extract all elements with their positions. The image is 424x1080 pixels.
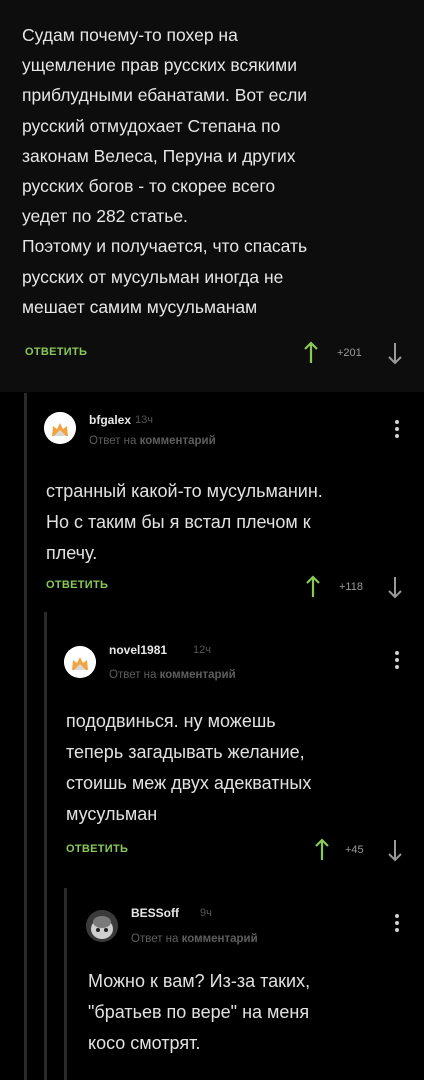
author-name[interactable]: BESSoff bbox=[131, 906, 179, 920]
user-avatar-icon bbox=[86, 910, 118, 942]
arrow-up-icon[interactable] bbox=[303, 575, 323, 599]
kebab-menu-icon[interactable] bbox=[395, 420, 399, 441]
kebab-menu-icon[interactable] bbox=[395, 651, 399, 672]
comment-text: пододвинься. ну можешь теперь загадывать… bbox=[66, 711, 312, 824]
arrow-down-icon[interactable] bbox=[385, 575, 405, 599]
default-avatar-icon bbox=[64, 646, 96, 678]
comment-rating: +118 bbox=[339, 581, 363, 593]
comment-rating: +45 bbox=[345, 844, 364, 856]
reply-target-link[interactable]: комментарий bbox=[160, 669, 236, 681]
reply-button[interactable]: ОТВЕТИТЬ bbox=[66, 843, 128, 855]
arrow-up-icon[interactable] bbox=[301, 341, 321, 365]
avatar[interactable] bbox=[64, 646, 96, 678]
comment-time: 13ч bbox=[135, 414, 153, 426]
kebab-menu-icon[interactable] bbox=[395, 914, 399, 935]
reply-prefix: Ответ на bbox=[89, 435, 137, 447]
author-name[interactable]: novel1981 bbox=[109, 643, 167, 657]
reply-target-link[interactable]: комментарий bbox=[140, 435, 216, 447]
arrow-down-icon[interactable] bbox=[385, 838, 405, 862]
reply-to-label[interactable]: Ответ на комментарий bbox=[109, 669, 236, 681]
reply-prefix: Ответ на bbox=[131, 933, 179, 945]
thread-branch-line[interactable] bbox=[64, 888, 67, 1080]
thread-branch-line[interactable] bbox=[24, 393, 27, 1080]
reply-to-label[interactable]: Ответ на комментарий bbox=[89, 435, 216, 447]
arrow-up-icon[interactable] bbox=[312, 838, 332, 862]
comment-time: 12ч bbox=[193, 644, 211, 656]
reply-prefix: Ответ на bbox=[109, 669, 157, 681]
avatar[interactable] bbox=[44, 412, 76, 444]
avatar[interactable] bbox=[86, 910, 118, 942]
author-name[interactable]: bfgalex bbox=[89, 413, 131, 427]
comment-text: странный какой-то мусульманин. Но с таки… bbox=[46, 481, 323, 563]
arrow-down-icon[interactable] bbox=[385, 341, 405, 365]
reply-button[interactable]: ОТВЕТИТЬ bbox=[25, 346, 87, 358]
reply-target-link[interactable]: комментарий bbox=[182, 933, 258, 945]
comment-text: Можно к вам? Из-за таких, "братьев по ве… bbox=[88, 971, 311, 1053]
default-avatar-icon bbox=[44, 412, 76, 444]
comment-time: 9ч bbox=[200, 907, 212, 919]
reply-to-label[interactable]: Ответ на комментарий bbox=[131, 933, 258, 945]
comment-text: Судам почему-то похер на ущемление прав … bbox=[22, 25, 308, 317]
thread-branch-line[interactable] bbox=[44, 612, 47, 1080]
reply-button[interactable]: ОТВЕТИТЬ bbox=[46, 579, 108, 591]
root-comment: Судам почему-то похер на ущемление прав … bbox=[0, 0, 424, 392]
comment-rating: +201 bbox=[337, 347, 362, 359]
